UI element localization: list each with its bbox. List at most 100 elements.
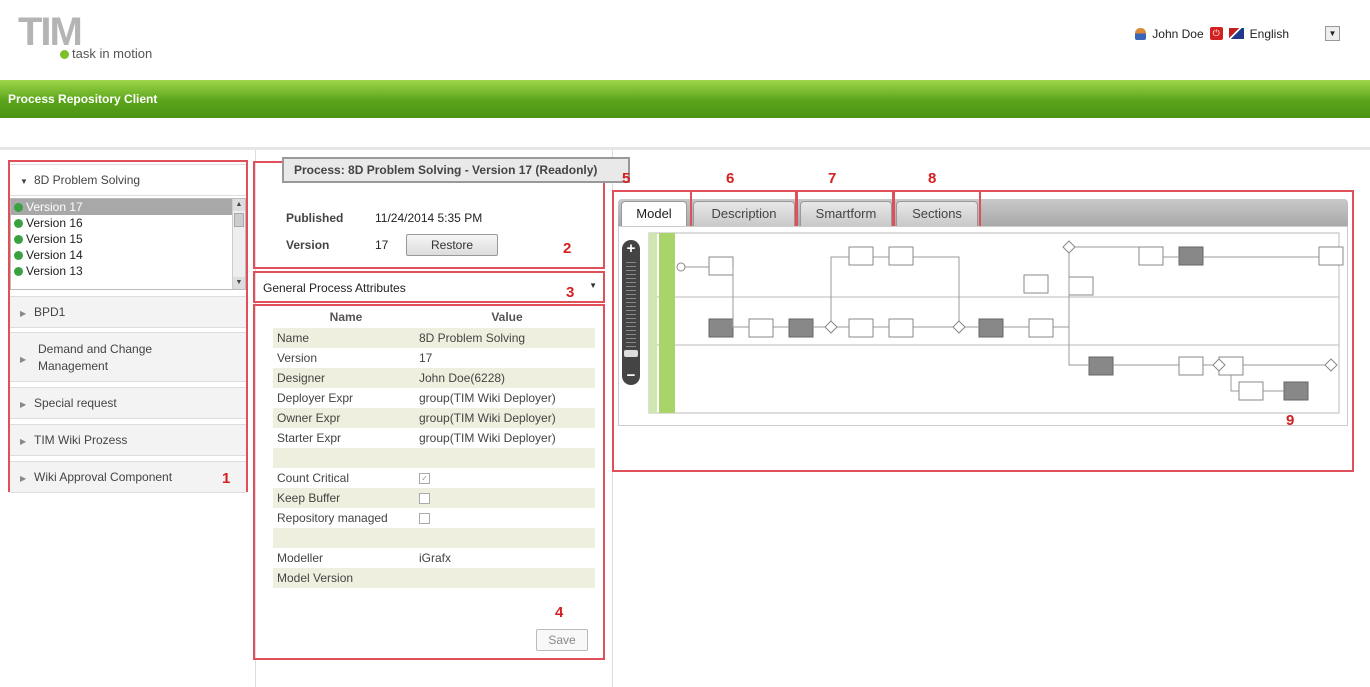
property-value: iGrafx [419,551,452,565]
tab-model[interactable]: Model [621,201,687,226]
group-tim-wiki-prozess[interactable]: ▶ TIM Wiki Prozess [10,424,246,456]
callout-9: 8 [928,170,937,187]
group-special-request[interactable]: ▶ Special request [10,387,246,419]
chevron-right-icon: ▶ [20,355,27,364]
chevron-right-icon: ▶ [20,400,27,409]
zoom-control[interactable]: + − [622,240,640,385]
user-name[interactable]: John Doe [1152,27,1203,41]
save-button[interactable]: Save [536,629,588,651]
callout-2: 2 [563,240,572,257]
model-canvas[interactable] [618,226,1348,426]
table-row [273,588,595,608]
callout-8: 7 [828,170,837,187]
table-row: Version 17 [273,348,595,368]
table-row: Deployer Expr group(TIM Wiki Deployer) [273,388,595,408]
group-8d-problem-solving[interactable]: ▼ 8D Problem Solving [10,164,246,196]
property-name: Name [277,331,310,345]
callout-1: 1 [222,470,231,487]
column-name-header: Name [329,310,363,324]
attributes-select[interactable]: General Process Attributes [263,278,593,298]
property-value: John Doe(6228) [419,371,506,385]
version-list-scrollbar[interactable]: ▲ ▼ [232,199,245,289]
table-row [273,528,595,548]
group-label: BPD1 [34,305,66,319]
chevron-down-icon[interactable]: ▼ [589,281,597,290]
version-label: Version 14 [26,248,83,262]
property-value [419,448,595,468]
property-checkbox[interactable] [419,508,595,528]
language-label: English [1249,26,1289,41]
version-label: Version [286,238,329,252]
property-name: Model Version [277,571,354,585]
property-name: Version [277,351,318,365]
list-item[interactable]: Version 17 [11,199,245,215]
restore-button[interactable]: Restore [406,234,498,256]
property-checkbox[interactable] [419,488,595,508]
scroll-down-icon[interactable]: ▼ [233,277,245,289]
property-value [419,568,595,588]
callout-5: 9 [1286,412,1295,429]
list-item[interactable]: Version 15 [11,231,245,247]
logout-icon[interactable]: ⏻ [1209,27,1223,40]
group-demand-change[interactable]: ▶ Demand and Change Management [10,332,246,382]
chevron-right-icon: ▶ [20,474,27,483]
property-name [273,588,419,608]
version-value: 17 [375,238,389,252]
property-name: Deployer Expr [277,391,354,405]
property-name: Starter Expr [277,431,342,445]
callout-box-3: General Process Attributes ▼ [253,271,605,303]
list-item[interactable]: Version 14 [11,247,245,263]
property-name: Keep Buffer [277,491,341,505]
zoom-slider-handle[interactable] [624,350,638,357]
version-list[interactable]: Version 17 Version 16 Version 15 Version… [10,198,246,290]
zoom-in-icon[interactable]: + [622,240,640,258]
list-item[interactable]: Version 13 [11,263,245,279]
table-row: Starter Expr group(TIM Wiki Deployer) [273,428,595,448]
group-bpd1[interactable]: ▶ BPD1 [10,296,246,328]
property-value [419,528,595,548]
check-icon [14,202,23,212]
process-title-tab: Process: 8D Problem Solving - Version 17… [282,157,630,183]
version-label: Version 13 [26,264,83,278]
published-value: 11/24/2014 5:35 PM [375,211,483,225]
table-row: Repository managed [273,508,595,528]
scroll-thumb[interactable] [234,213,244,227]
property-checkbox[interactable]: ✓ [419,468,595,488]
callout-3: 3 [566,284,575,301]
scroll-up-icon[interactable]: ▲ [233,199,245,211]
property-value [419,588,595,608]
property-name: Count Critical [277,471,350,485]
property-value: 8D Problem Solving [419,331,526,345]
version-label-text: Version [286,238,330,252]
published-label-text: Published [286,211,344,225]
language-dropdown-button[interactable]: ▼ [1325,26,1340,41]
group-wiki-approval[interactable]: ▶ Wiki Approval Component [10,461,246,493]
chevron-right-icon: ▶ [20,309,27,318]
zoom-slider[interactable] [626,262,636,357]
callout-6: 5 [622,170,631,187]
tim-logo: TIM task in motion [18,12,178,62]
callout-box-8 [796,190,894,230]
zoom-out-icon[interactable]: − [622,367,640,385]
properties-table: Name Value Name 8D Problem Solving Version… [273,310,595,608]
checkbox[interactable] [419,493,430,505]
table-header: Name Value [273,310,595,328]
version-label: Version 16 [26,216,83,230]
property-name: Designer [277,371,326,385]
user-bar: John Doe ⏻ English ▼ [1135,26,1340,41]
table-row: Count Critical ✓ [273,468,595,488]
flag-icon [1228,28,1244,39]
check-icon [14,250,23,260]
property-name [273,448,419,468]
property-name: Owner Expr [277,411,341,425]
table-row [273,448,595,468]
table-row: Modeller iGrafx [273,548,595,568]
checkbox[interactable]: ✓ [419,473,430,485]
property-name: Repository managed [277,511,388,525]
property-value: 17 [419,351,433,365]
checkbox[interactable] [419,513,430,525]
logo-dot-icon [60,50,69,59]
group-label: Wiki Approval Component [34,470,173,484]
list-item[interactable]: Version 16 [11,215,245,231]
chevron-right-icon: ▶ [20,437,27,446]
